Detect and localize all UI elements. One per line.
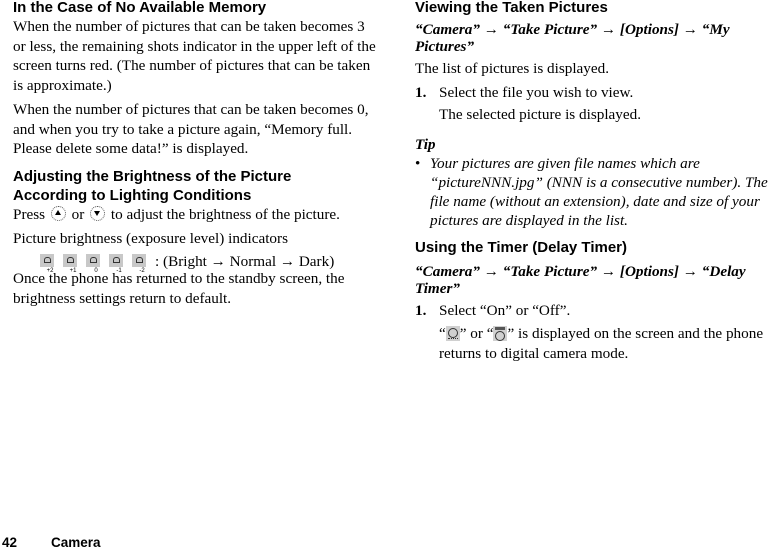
arrow-icon: → xyxy=(600,262,617,280)
exposure-level-icon: 0 xyxy=(86,253,100,274)
arrow-icon: → xyxy=(682,21,698,38)
section-name: Camera xyxy=(51,535,101,550)
left-column: In the Case of No Available Memory When … xyxy=(13,0,379,308)
tip-title: Tip xyxy=(415,135,436,153)
indicators-label: Picture brightness (exposure level) indi… xyxy=(13,230,288,247)
step-number: 1. xyxy=(415,301,427,319)
bullet-icon: • xyxy=(415,154,421,172)
quote-text: “ xyxy=(439,325,446,342)
exposure-level-label: -2 xyxy=(139,267,145,274)
delay-timer-on-icon xyxy=(445,326,460,341)
viewing-step-1: 1. Select the file you wish to view. The… xyxy=(415,83,781,125)
indicator-caption: : (Bright → Normal → Dark) xyxy=(155,252,335,270)
path-step: “Take Picture” xyxy=(502,262,598,280)
step-text: Select the file you wish to view. xyxy=(439,83,634,101)
timer-heading: Using the Timer (Delay Timer) xyxy=(415,238,628,256)
press-text: Press xyxy=(13,205,46,223)
navigation-down-key-icon xyxy=(90,205,106,221)
exposure-level-label: +2 xyxy=(46,267,54,274)
exposure-level-label: +1 xyxy=(69,267,77,274)
arrow-icon: → xyxy=(600,21,617,38)
exposure-level-label: -1 xyxy=(116,267,122,274)
path-step: “Camera” xyxy=(415,262,480,280)
step-result: “” or “” is displayed on the screen and … xyxy=(439,324,781,363)
page-number: 42 xyxy=(2,535,18,550)
brightness-heading-line-2: According to Lighting Conditions xyxy=(13,186,252,204)
brightness-heading-line-1: Adjusting the Brightness of the Picture xyxy=(13,167,292,185)
exposure-level-icon: +2 xyxy=(40,253,54,274)
brightness-note: Once the phone has returned to the stand… xyxy=(13,270,345,307)
viewing-menu-path: “Camera” → “Take Picture” → [Options] → … xyxy=(415,21,781,55)
viewing-intro: The list of pictures is displayed. xyxy=(415,60,610,77)
memory-paragraph-1: When the number of pictures that can be … xyxy=(13,18,376,94)
step-text: Select “On” or “Off”. xyxy=(439,301,571,319)
exposure-level-icon: -2 xyxy=(132,253,146,274)
tip-item: • Your pictures are given file names whi… xyxy=(415,154,781,230)
path-step: “Take Picture” xyxy=(502,21,598,38)
or-text: ” or “ xyxy=(459,325,494,342)
timer-step-1: 1. Select “On” or “Off”. “” or “” is dis… xyxy=(415,301,781,364)
arrow-icon: → xyxy=(483,262,499,280)
timer-menu-path: “Camera” → “Take Picture” → [Options] → … xyxy=(415,263,781,297)
step-number: 1. xyxy=(415,83,427,101)
brightness-instruction: Press or to adjust the brightness of the… xyxy=(13,205,379,225)
exposure-level-icon: +1 xyxy=(63,253,77,274)
viewing-heading: Viewing the Taken Pictures xyxy=(415,0,608,16)
memory-heading: In the Case of No Available Memory xyxy=(13,0,267,16)
right-column: Viewing the Taken Pictures “Camera” → “T… xyxy=(415,0,781,363)
exposure-level-icon: -1 xyxy=(109,253,123,274)
brightness-heading: Adjusting the Brightness of the Picture … xyxy=(13,167,379,205)
delay-timer-active-icon xyxy=(493,326,508,341)
memory-paragraph-2: When the number of pictures that can be … xyxy=(13,101,369,157)
step-result: The selected picture is displayed. xyxy=(439,106,642,123)
path-step: [Options] xyxy=(619,21,679,38)
tip-text: Your pictures are given file names which… xyxy=(430,154,768,229)
or-text: or xyxy=(71,205,85,223)
exposure-level-label: 0 xyxy=(94,267,98,274)
path-step: [Options] xyxy=(619,262,679,280)
navigation-up-key-icon xyxy=(50,205,66,221)
path-step: “Camera” xyxy=(415,21,480,38)
arrow-icon: → xyxy=(682,262,698,280)
arrow-icon: → xyxy=(483,21,499,38)
instruction-suffix: to adjust the brightness of the picture. xyxy=(110,205,340,223)
